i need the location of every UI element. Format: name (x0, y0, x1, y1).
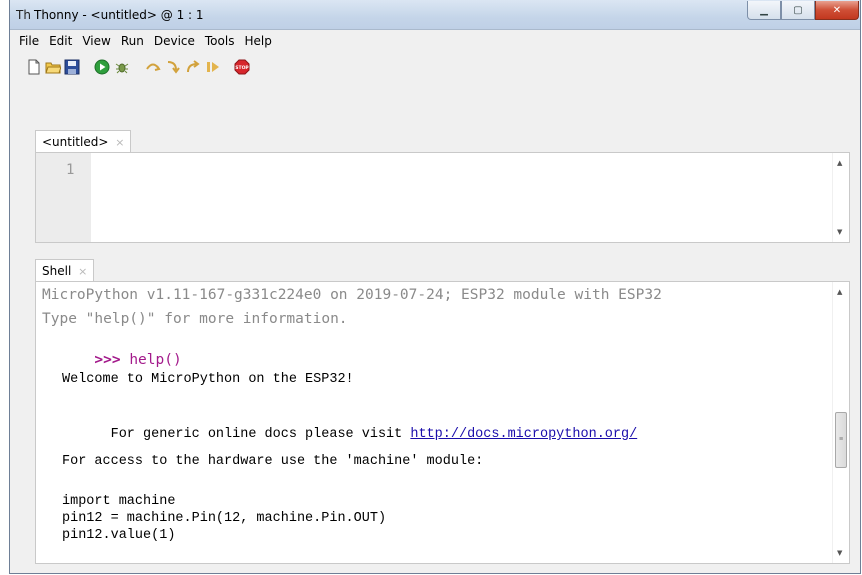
window-title: Thonny - <untitled> @ 1 : 1 (34, 8, 204, 22)
toolbar: STOP (10, 51, 860, 83)
editor-tab-close-icon[interactable]: × (115, 136, 124, 149)
output-line: For access to the hardware use the 'mach… (62, 454, 484, 469)
scroll-down-icon[interactable]: ▼ (837, 549, 842, 557)
close-button[interactable]: ✕ (815, 1, 859, 20)
output-line: For generic online docs please visit htt… (62, 412, 638, 457)
code-editor[interactable]: 1 ▲ ▼ (35, 152, 850, 243)
stop-icon[interactable]: STOP (234, 59, 250, 75)
thonny-window: Th Thonny - <untitled> @ 1 : 1 ▁ ▢ ✕ Fil… (9, 0, 861, 574)
line-number: 1 (66, 162, 75, 178)
banner-line: MicroPython v1.11-167-g331c224e0 on 2019… (42, 287, 662, 303)
output-line: import machine (62, 494, 176, 509)
output-line: pin12 = machine.Pin(12, machine.Pin.OUT) (62, 511, 387, 526)
shell-panel[interactable]: MicroPython v1.11-167-g331c224e0 on 2019… (35, 281, 850, 564)
scroll-up-icon[interactable]: ▲ (837, 159, 842, 167)
shell-scrollbar[interactable]: ▲ ≡ ▼ (832, 282, 849, 563)
menu-run[interactable]: Run (116, 34, 149, 48)
minimize-button[interactable]: ▁ (747, 1, 781, 20)
save-icon[interactable] (64, 59, 80, 75)
scroll-down-icon[interactable]: ▼ (837, 228, 842, 236)
thonny-app-icon: Th (16, 8, 31, 22)
menu-help[interactable]: Help (239, 34, 276, 48)
maximize-button[interactable]: ▢ (781, 1, 815, 20)
scroll-up-icon[interactable]: ▲ (837, 288, 842, 296)
menu-file[interactable]: File (14, 34, 44, 48)
grip-icon: ≡ (839, 436, 844, 443)
output-line: Welcome to MicroPython on the ESP32! (62, 372, 354, 387)
debug-icon[interactable] (114, 59, 130, 75)
docs-text: For generic online docs please visit (110, 427, 411, 442)
menu-bar: File Edit View Run Device Tools Help (10, 30, 860, 51)
step-into-icon[interactable] (165, 59, 181, 75)
line-number-gutter: 1 (36, 153, 91, 242)
run-icon[interactable] (94, 59, 110, 75)
prompt-symbol: >>> (94, 352, 121, 368)
editor-tab-label: <untitled> (42, 135, 109, 149)
title-bar[interactable]: Th Thonny - <untitled> @ 1 : 1 ▁ ▢ ✕ (10, 0, 860, 30)
banner-line: Type "help()" for more information. (42, 311, 348, 327)
editor-scrollbar[interactable]: ▲ ▼ (832, 153, 849, 242)
output-line: pin12.value(1) (62, 528, 176, 543)
new-file-icon[interactable] (26, 59, 42, 75)
menu-edit[interactable]: Edit (44, 34, 77, 48)
step-out-icon[interactable] (185, 59, 201, 75)
open-folder-icon[interactable] (45, 59, 61, 75)
editor-tab-untitled[interactable]: <untitled> × (35, 130, 132, 152)
shell-tab-close-icon[interactable]: × (78, 265, 87, 278)
step-over-icon[interactable] (145, 59, 161, 75)
menu-device[interactable]: Device (149, 34, 200, 48)
maximize-icon: ▢ (793, 4, 803, 16)
stop-label: STOP (235, 65, 249, 71)
shell-tab[interactable]: Shell × (35, 259, 95, 281)
resume-icon[interactable] (205, 59, 221, 75)
shell-command: help() (120, 352, 182, 368)
shell-tab-label: Shell (42, 264, 72, 278)
minimize-icon: ▁ (760, 4, 768, 16)
close-icon: ✕ (832, 4, 842, 16)
menu-tools[interactable]: Tools (200, 34, 240, 48)
shell-scroll-thumb[interactable]: ≡ (835, 412, 847, 468)
menu-view[interactable]: View (77, 34, 115, 48)
docs-link[interactable]: http://docs.micropython.org/ (410, 427, 637, 442)
